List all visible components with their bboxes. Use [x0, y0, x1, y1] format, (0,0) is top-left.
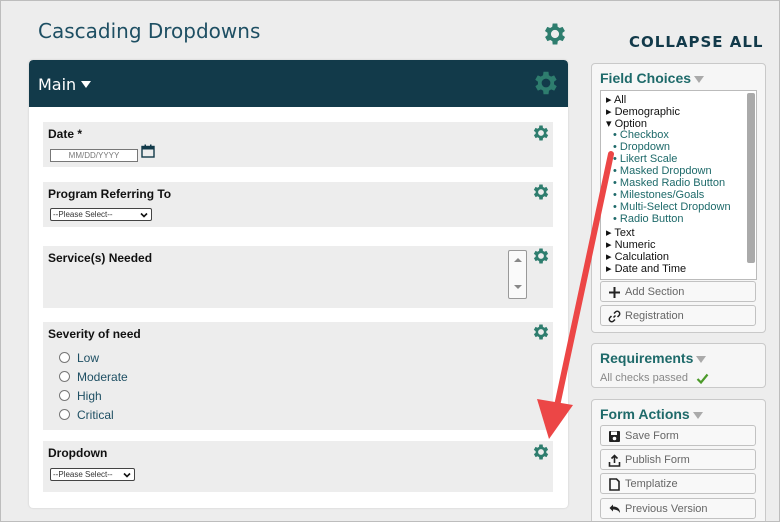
- dropdown-field: Dropdown --Please Select--: [43, 441, 553, 492]
- list-item-likert-scale[interactable]: • Likert Scale: [613, 153, 677, 165]
- template-icon: [609, 478, 620, 491]
- scroll-up-icon[interactable]: [514, 258, 522, 262]
- save-form-button[interactable]: Save Form: [600, 425, 756, 446]
- upload-icon: [608, 454, 621, 467]
- main-section-header[interactable]: Main: [29, 60, 568, 107]
- gear-icon[interactable]: [531, 68, 561, 98]
- radio-label: High: [77, 389, 102, 403]
- save-icon: [609, 431, 620, 442]
- button-label: Previous Version: [625, 503, 708, 515]
- field-label: Severity of need: [48, 327, 141, 341]
- field-choices-panel: Field Choices ▸ All ▸ Demographic ▾ Opti…: [591, 63, 766, 333]
- button-label: Registration: [625, 310, 684, 322]
- button-label: Save Form: [625, 430, 679, 442]
- radio-button[interactable]: [59, 352, 70, 363]
- requirements-panel: Requirements All checks passed: [591, 343, 766, 388]
- undo-icon: [609, 504, 620, 513]
- caret-down-icon[interactable]: [696, 355, 707, 363]
- templatize-button[interactable]: Templatize: [600, 473, 756, 494]
- requirements-status: All checks passed: [600, 372, 689, 384]
- button-label: Publish Form: [625, 454, 690, 466]
- radio-label: Moderate: [77, 370, 128, 384]
- gear-icon[interactable]: [531, 246, 551, 266]
- field-label: Program Referring To: [48, 187, 172, 201]
- button-label: Add Section: [625, 286, 685, 298]
- field-choices-title[interactable]: Field Choices: [600, 70, 705, 86]
- scroll-down-icon[interactable]: [514, 285, 522, 289]
- field-label: Dropdown: [48, 446, 108, 460]
- list-item-milestones[interactable]: • Milestones/Goals: [613, 189, 704, 201]
- list-item-multi-select[interactable]: • Multi-Select Dropdown: [613, 201, 731, 213]
- calendar-icon[interactable]: [141, 144, 155, 158]
- list-item-dropdown[interactable]: • Dropdown: [613, 141, 670, 153]
- caret-down-icon[interactable]: [692, 411, 703, 419]
- program-referring-field: Program Referring To --Please Select--: [43, 182, 553, 227]
- radio-button[interactable]: [59, 409, 70, 420]
- previous-version-button[interactable]: Previous Version: [600, 498, 756, 519]
- caret-down-icon[interactable]: [694, 75, 705, 83]
- list-scrollbar[interactable]: [747, 93, 755, 263]
- add-section-button[interactable]: Add Section: [600, 281, 756, 302]
- checkmark-icon: [696, 373, 709, 385]
- chevron-down-icon: [140, 212, 148, 218]
- radio-button[interactable]: [59, 390, 70, 401]
- list-item-radio-button[interactable]: • Radio Button: [613, 213, 684, 225]
- field-choices-list[interactable]: ▸ All ▸ Demographic ▾ Option • Checkbox …: [600, 90, 757, 280]
- select-value: --Please Select--: [53, 470, 113, 479]
- radio-label: Critical: [77, 408, 114, 422]
- chevron-down-icon: [123, 472, 131, 478]
- gear-icon[interactable]: [531, 322, 551, 342]
- main-section-title: Main: [38, 75, 77, 94]
- severity-field: Severity of need Low Moderate High Criti…: [43, 322, 553, 430]
- program-select[interactable]: --Please Select--: [50, 208, 152, 221]
- multiselect-scroll-box[interactable]: [508, 250, 527, 299]
- radio-button[interactable]: [59, 371, 70, 382]
- list-item-checkbox[interactable]: • Checkbox: [613, 129, 669, 141]
- panel-title-text: Form Actions: [600, 406, 690, 422]
- button-label: Templatize: [625, 478, 678, 490]
- form-builder-page: Cascading Dropdowns COLLAPSE ALL Main Da…: [0, 0, 780, 522]
- list-item-date-time[interactable]: ▸ Date and Time: [606, 262, 686, 275]
- field-label: Date *: [48, 127, 83, 141]
- caret-down-icon[interactable]: [81, 81, 91, 88]
- list-item-masked-dropdown[interactable]: • Masked Dropdown: [613, 165, 712, 177]
- field-label: Service(s) Needed: [48, 251, 153, 265]
- plus-icon: [609, 287, 620, 298]
- form-actions-title[interactable]: Form Actions: [600, 406, 703, 422]
- requirements-title[interactable]: Requirements: [600, 350, 707, 366]
- page-title: Cascading Dropdowns: [38, 19, 261, 43]
- select-value: --Please Select--: [53, 210, 113, 219]
- gear-icon[interactable]: [541, 20, 569, 48]
- date-field: Date * MM/DD/YYYY: [43, 122, 553, 167]
- gear-icon[interactable]: [531, 442, 551, 462]
- services-needed-field: Service(s) Needed: [43, 246, 553, 308]
- date-input[interactable]: MM/DD/YYYY: [50, 149, 138, 162]
- gear-icon[interactable]: [531, 182, 551, 202]
- list-item-masked-radio[interactable]: • Masked Radio Button: [613, 177, 725, 189]
- registration-button[interactable]: Registration: [600, 305, 756, 326]
- main-section-panel: Main Date * MM/DD/YYYY Program Referring…: [29, 60, 568, 508]
- radio-label: Low: [77, 351, 100, 365]
- form-actions-panel: Form Actions Save Form Publish Form Temp…: [591, 399, 766, 521]
- dropdown-select[interactable]: --Please Select--: [50, 468, 135, 481]
- panel-title-text: Requirements: [600, 350, 694, 366]
- panel-title-text: Field Choices: [600, 70, 692, 86]
- link-icon: [608, 310, 621, 323]
- collapse-all-button[interactable]: COLLAPSE ALL: [629, 33, 763, 51]
- gear-icon[interactable]: [531, 123, 551, 143]
- publish-form-button[interactable]: Publish Form: [600, 449, 756, 470]
